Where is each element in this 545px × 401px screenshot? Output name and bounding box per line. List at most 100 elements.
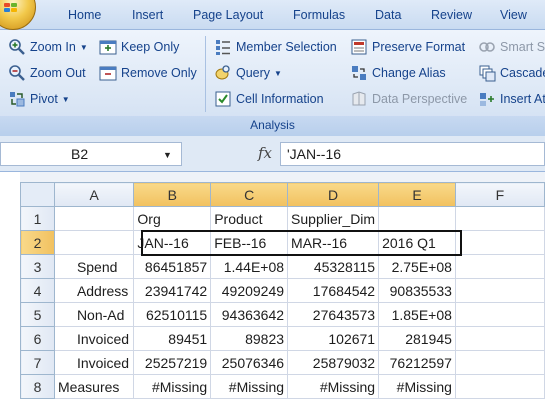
tab-insert[interactable]: Insert xyxy=(132,8,163,22)
tab-page-layout[interactable]: Page Layout xyxy=(193,8,263,22)
office-button[interactable] xyxy=(0,0,36,30)
cell[interactable]: FEB--16 xyxy=(210,230,289,255)
row-header[interactable]: 3 xyxy=(20,254,55,279)
pivot-button[interactable]: Pivot ▼ xyxy=(8,89,70,109)
row-header[interactable]: 5 xyxy=(20,302,55,327)
cell[interactable] xyxy=(454,206,545,231)
cell[interactable]: 25076346 xyxy=(210,350,289,375)
name-box[interactable]: B2 xyxy=(0,142,182,166)
cell[interactable]: 102671 xyxy=(287,326,380,351)
cell[interactable]: 62510115 xyxy=(133,302,212,327)
cell[interactable]: 49209249 xyxy=(210,278,289,303)
keep-only-icon xyxy=(99,38,117,56)
cell[interactable]: #Missing xyxy=(210,374,289,399)
preserve-format-button[interactable]: Preserve Format xyxy=(350,37,465,57)
cell[interactable]: 25879032 xyxy=(287,350,380,375)
cell[interactable] xyxy=(454,374,545,399)
cell[interactable]: 1.85E+08 xyxy=(378,302,456,327)
cell[interactable] xyxy=(53,230,135,255)
cell[interactable]: 76212597 xyxy=(378,350,456,375)
column-header[interactable]: F xyxy=(454,182,545,207)
column-header[interactable]: B xyxy=(133,182,212,207)
cell[interactable]: 89451 xyxy=(133,326,212,351)
change-alias-button[interactable]: Change Alias xyxy=(350,63,446,83)
insert-attributes-button[interactable]: Insert At xyxy=(478,89,545,109)
cell[interactable]: 90835533 xyxy=(378,278,456,303)
chevron-down-icon[interactable]: ▼ xyxy=(163,150,172,160)
cell[interactable]: 281945 xyxy=(378,326,456,351)
cell[interactable] xyxy=(454,278,545,303)
cell[interactable]: 1.44E+08 xyxy=(210,254,289,279)
cell[interactable]: 89823 xyxy=(210,326,289,351)
insert-function-icon[interactable]: fx xyxy=(258,144,272,162)
column-header[interactable]: A xyxy=(53,182,135,207)
ribbon-tab-strip: Home Insert Page Layout Formulas Data Re… xyxy=(0,0,545,30)
cell[interactable] xyxy=(454,302,545,327)
cell[interactable]: Measures xyxy=(53,374,135,399)
row-header[interactable]: 6 xyxy=(20,326,55,351)
cell[interactable]: #Missing xyxy=(287,374,380,399)
cell[interactable]: Product xyxy=(210,206,289,231)
change-alias-icon xyxy=(350,64,368,82)
query-button[interactable]: Query ▼ xyxy=(214,63,282,83)
tab-formulas[interactable]: Formulas xyxy=(293,8,345,22)
row-header[interactable]: 8 xyxy=(20,374,55,399)
zoom-in-button[interactable]: Zoom In ▼ xyxy=(8,37,88,57)
cell[interactable]: Invoiced xyxy=(53,350,135,375)
row-header[interactable]: 7 xyxy=(20,350,55,375)
zoom-out-button[interactable]: Zoom Out xyxy=(8,63,86,83)
cell[interactable] xyxy=(454,254,545,279)
change-alias-label: Change Alias xyxy=(372,66,446,80)
remove-only-button[interactable]: Remove Only xyxy=(99,63,197,83)
table-row: 5 Non-Ad 62510115 94363642 27643573 1.85E+08 xyxy=(20,302,545,327)
cell-information-button[interactable]: Cell Information xyxy=(214,89,324,109)
tab-review[interactable]: Review xyxy=(431,8,472,22)
cell[interactable]: 86451857 xyxy=(133,254,212,279)
tab-home[interactable]: Home xyxy=(68,8,101,22)
cell[interactable]: MAR--16 xyxy=(287,230,380,255)
row-header[interactable]: 2 xyxy=(20,230,55,255)
cell[interactable]: 17684542 xyxy=(287,278,380,303)
formula-input[interactable]: 'JAN--16 xyxy=(280,142,545,166)
cell[interactable]: Org xyxy=(133,206,212,231)
select-all-corner[interactable] xyxy=(20,182,55,207)
cell[interactable]: Spend xyxy=(53,254,135,279)
keep-only-button[interactable]: Keep Only xyxy=(99,37,179,57)
column-header[interactable]: D xyxy=(287,182,380,207)
cell[interactable]: #Missing xyxy=(378,374,456,399)
cell[interactable]: 2016 Q1 xyxy=(378,230,456,255)
tab-data[interactable]: Data xyxy=(375,8,401,22)
cell[interactable] xyxy=(454,326,545,351)
cell[interactable] xyxy=(378,206,456,231)
cell[interactable]: 2.75E+08 xyxy=(378,254,456,279)
chevron-down-icon: ▼ xyxy=(274,68,282,78)
column-header[interactable]: C xyxy=(210,182,289,207)
cascade-button[interactable]: Cascade xyxy=(478,63,545,83)
cell[interactable]: 27643573 xyxy=(287,302,380,327)
cell[interactable]: #Missing xyxy=(133,374,212,399)
pivot-label: Pivot xyxy=(30,92,58,106)
cell[interactable]: Supplier_Dim xyxy=(287,206,380,231)
row-header[interactable]: 1 xyxy=(20,206,55,231)
cell[interactable]: 25257219 xyxy=(133,350,212,375)
cell[interactable] xyxy=(454,350,545,375)
cascade-label: Cascade xyxy=(500,66,545,80)
cell[interactable] xyxy=(53,206,135,231)
cell[interactable]: JAN--16 xyxy=(133,230,212,255)
smart-slice-button[interactable]: Smart S xyxy=(478,37,545,57)
office-logo-icon xyxy=(4,3,18,13)
member-selection-label: Member Selection xyxy=(236,40,337,54)
cell[interactable]: 45328115 xyxy=(287,254,380,279)
cell[interactable]: Invoiced xyxy=(53,326,135,351)
cell[interactable] xyxy=(454,230,545,255)
cell[interactable]: 94363642 xyxy=(210,302,289,327)
cell[interactable]: Non-Ad xyxy=(53,302,135,327)
member-selection-button[interactable]: Member Selection xyxy=(214,37,337,57)
data-perspective-icon xyxy=(350,90,368,108)
row-header[interactable]: 4 xyxy=(20,278,55,303)
tab-view[interactable]: View xyxy=(500,8,527,22)
cell[interactable]: Address xyxy=(53,278,135,303)
data-perspective-button[interactable]: Data Perspective xyxy=(350,89,467,109)
cell[interactable]: 23941742 xyxy=(133,278,212,303)
column-header[interactable]: E xyxy=(378,182,456,207)
